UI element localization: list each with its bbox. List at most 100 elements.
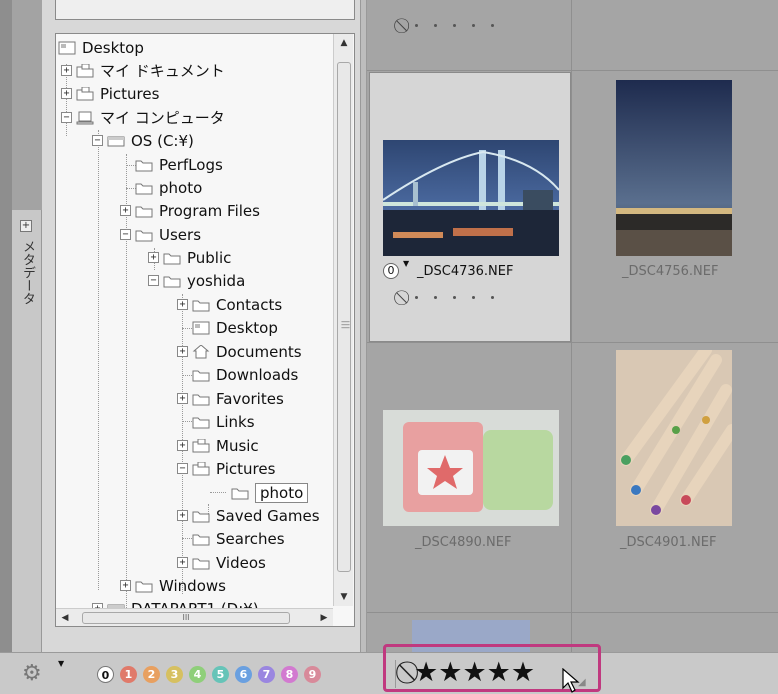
color-label-8[interactable]: 8	[281, 666, 298, 683]
tree-horizontal-scrollbar[interactable]: ◀ III ▶	[56, 608, 333, 626]
color-label-9[interactable]: 9	[304, 666, 321, 683]
scroll-thumb[interactable]: — — —	[337, 62, 351, 572]
collapse-icon[interactable]: −	[177, 463, 188, 474]
color-label-4[interactable]: 4	[189, 666, 206, 683]
panel-splitter[interactable]	[360, 0, 367, 652]
scroll-up-arrow-icon[interactable]: ▲	[334, 34, 354, 52]
tree-item-desktop[interactable]: Desktop	[58, 36, 144, 59]
expand-icon[interactable]: +	[177, 510, 188, 521]
expand-icon[interactable]: +	[20, 220, 32, 232]
tree-item-label: Pictures	[100, 84, 160, 103]
panel-header-box	[55, 0, 355, 20]
tree-item-perflogs[interactable]: PerfLogs	[135, 153, 223, 176]
tree-item-photo-selected[interactable]: photo	[231, 481, 309, 504]
tree-vertical-scrollbar[interactable]: ▲ — — — ▼	[333, 34, 353, 606]
tree-item-public[interactable]: + Public	[148, 246, 231, 269]
rating-row[interactable]: ⃠	[405, 16, 510, 34]
tree-item-users[interactable]: − Users	[120, 223, 201, 246]
tree-item-drive-c[interactable]: − OS (C:¥)	[92, 129, 194, 152]
star-icon[interactable]: ★	[414, 659, 438, 686]
scroll-left-arrow-icon[interactable]: ◀	[56, 609, 74, 627]
tree-item-label: Downloads	[216, 365, 299, 384]
tree-item-pictures-user[interactable]: − Pictures	[177, 457, 275, 480]
metadata-tab[interactable]: + メタデータ	[12, 210, 42, 652]
collapse-icon[interactable]: −	[148, 275, 159, 286]
tree-item-pictures[interactable]: + Pictures	[61, 82, 159, 105]
tree-item-music[interactable]: + Music	[177, 434, 259, 457]
tree-item-label: Videos	[216, 553, 266, 572]
color-label-6[interactable]: 6	[235, 666, 252, 683]
tree-item-photo[interactable]: photo	[135, 176, 202, 199]
expand-icon[interactable]: +	[61, 65, 72, 76]
file-name: _DSC4901.NEF	[620, 535, 717, 550]
dropdown-caret-icon[interactable]: ▼	[58, 659, 64, 668]
folder-icon	[135, 228, 153, 242]
scroll-thumb[interactable]: III	[82, 612, 290, 624]
folder-icon	[163, 251, 181, 265]
collapse-icon[interactable]: −	[92, 135, 103, 146]
tree-item-label: Favorites	[216, 389, 284, 408]
rating-filter[interactable]: ⃠ ★ ★ ★ ★ ★	[412, 659, 535, 686]
dropdown-caret-icon[interactable]: ▼	[403, 259, 409, 268]
collapse-icon[interactable]: −	[61, 112, 72, 123]
tree-item-my-computer[interactable]: − マイ コンピュータ	[61, 106, 225, 129]
color-label-2[interactable]: 2	[143, 666, 160, 683]
collapse-icon[interactable]: −	[120, 229, 131, 240]
thumbnail-colored-pencils[interactable]	[616, 350, 732, 526]
tree-item-desktop-user[interactable]: Desktop	[192, 316, 278, 339]
expand-icon[interactable]: +	[177, 346, 188, 357]
folder-icon	[76, 86, 94, 101]
thumbnail-bridge-night[interactable]	[383, 140, 559, 256]
star-icon[interactable]: ★	[487, 659, 511, 686]
color-label-3[interactable]: 3	[166, 666, 183, 683]
tree-item-label: Public	[187, 248, 232, 267]
tree-item-label: マイ コンピュータ	[100, 109, 225, 127]
scroll-down-arrow-icon[interactable]: ▼	[334, 588, 354, 606]
tree-item-label: Music	[216, 436, 259, 455]
expand-icon[interactable]: +	[148, 252, 159, 263]
color-label-7[interactable]: 7	[258, 666, 275, 683]
tree-item-my-documents[interactable]: + マイ ドキュメント	[61, 59, 225, 82]
tree-item-windows[interactable]: + Windows	[120, 574, 226, 597]
star-icon[interactable]: ★	[462, 659, 486, 686]
resize-grip-icon[interactable]: ◢	[578, 677, 586, 688]
rating-badge[interactable]: 0	[383, 263, 399, 279]
color-label-0[interactable]: 0	[97, 666, 114, 683]
tree-item-favorites[interactable]: + Favorites	[177, 387, 284, 410]
tree-item-label: Users	[159, 225, 202, 244]
tree-item-videos[interactable]: + Videos	[177, 551, 266, 574]
color-label-1[interactable]: 1	[120, 666, 137, 683]
star-icon[interactable]: ★	[438, 659, 462, 686]
color-label-5[interactable]: 5	[212, 666, 229, 683]
expand-icon[interactable]: +	[120, 205, 131, 216]
tree-item-saved-games[interactable]: + Saved Games	[177, 504, 320, 527]
tree-item-label: Pictures	[216, 459, 276, 478]
file-name: _DSC4756.NEF	[622, 264, 719, 279]
expand-icon[interactable]: +	[61, 88, 72, 99]
label-filter: 0123456789	[97, 666, 327, 683]
tree-item-label: Saved Games	[216, 506, 320, 525]
star-icon[interactable]: ★	[511, 659, 535, 686]
tree-item-yoshida[interactable]: − yoshida	[148, 269, 245, 292]
expand-icon[interactable]: +	[177, 299, 188, 310]
expand-icon[interactable]: +	[177, 557, 188, 568]
expand-icon[interactable]: +	[120, 580, 131, 591]
tree-item-downloads[interactable]: Downloads	[192, 363, 298, 386]
tree-item-program-files[interactable]: + Program Files	[120, 199, 260, 222]
tree-item-documents[interactable]: + Documents	[177, 340, 302, 363]
folder-icon	[135, 181, 153, 195]
folder-tree: Desktop + マイ ドキュメント + Pictures − マイ コンピュ…	[55, 33, 355, 627]
documents-folder-icon	[76, 63, 94, 78]
left-edge-strip	[0, 0, 12, 652]
scroll-right-arrow-icon[interactable]: ▶	[315, 609, 333, 627]
tree-item-contacts[interactable]: + Contacts	[177, 293, 282, 316]
expand-icon[interactable]: +	[177, 440, 188, 451]
expand-icon[interactable]: +	[177, 393, 188, 404]
gear-icon[interactable]: ⚙	[22, 661, 42, 686]
tree-item-searches[interactable]: Searches	[192, 527, 285, 550]
rating-row[interactable]: ⃠	[405, 288, 510, 306]
folder-icon	[192, 532, 210, 546]
tree-item-links[interactable]: Links	[192, 410, 255, 433]
thumbnail-harbor-dusk[interactable]	[616, 80, 732, 256]
thumbnail-candy-cubes[interactable]	[383, 410, 559, 526]
